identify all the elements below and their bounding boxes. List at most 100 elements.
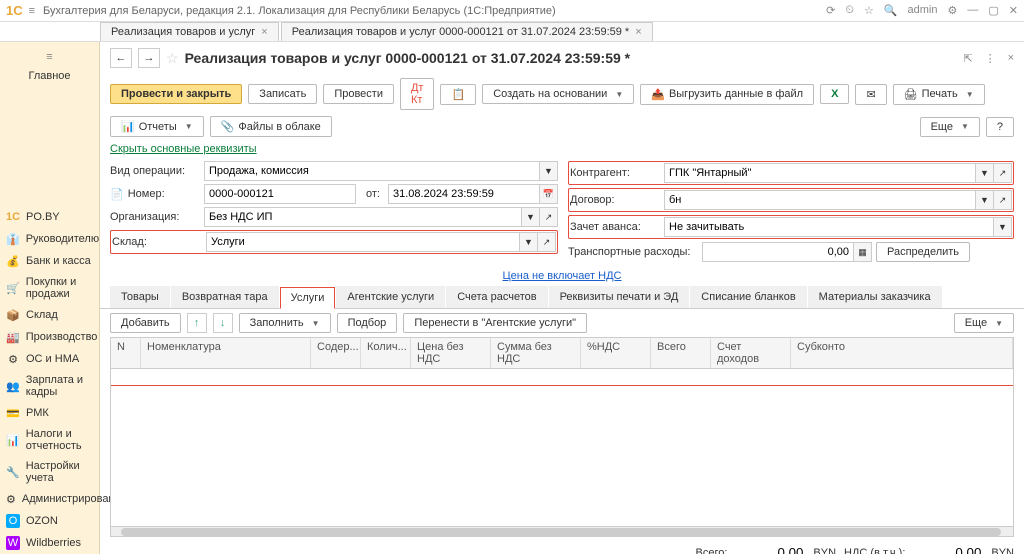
structure-button[interactable]: 📋	[440, 84, 476, 105]
sidebar-item-manager[interactable]: 👔Руководителю	[0, 228, 99, 250]
sidebar-item-rmk[interactable]: 💳РМК	[0, 402, 99, 424]
sidebar-item-settings[interactable]: 🔧Настройки учета	[0, 456, 99, 488]
minimize-icon[interactable]: —	[967, 4, 978, 17]
sidebar-item-poby[interactable]: 1СPO.BY	[0, 206, 99, 228]
calendar-icon[interactable]: 📅	[540, 184, 558, 204]
more-button[interactable]: Еще▼	[920, 117, 980, 137]
col-income[interactable]: Счет доходов	[711, 338, 791, 368]
horizontal-scrollbar[interactable]	[111, 526, 1013, 536]
post-button[interactable]: Провести	[323, 84, 394, 104]
search-icon[interactable]: 🔍	[884, 4, 898, 17]
col-content[interactable]: Содер...	[311, 338, 361, 368]
sidebar-item-wb[interactable]: WWildberries	[0, 532, 99, 554]
dropdown-icon[interactable]: ▼	[976, 163, 994, 183]
maximize-icon[interactable]: ▢	[988, 4, 998, 17]
sidebar-item-bank[interactable]: 💰Банк и касса	[0, 250, 99, 272]
notifications-icon[interactable]: ⟳	[826, 4, 835, 17]
org-input[interactable]	[204, 207, 522, 227]
dt-kt-button[interactable]: ДтКт	[400, 78, 435, 110]
col-total[interactable]: Всего	[651, 338, 711, 368]
col-qty[interactable]: Колич...	[361, 338, 411, 368]
counterparty-input[interactable]	[664, 163, 976, 183]
subtab-forms[interactable]: Списание бланков	[690, 286, 806, 308]
fill-button[interactable]: Заполнить▼	[239, 313, 331, 333]
email-button[interactable]: ✉	[855, 84, 886, 105]
grid-more-button[interactable]: Еще▼	[954, 313, 1014, 333]
print-button[interactable]: 🖨 Печать▼	[893, 84, 985, 105]
reports-button[interactable]: 📊 Отчеты▼	[110, 116, 204, 137]
files-cloud-button[interactable]: 📎 Файлы в облаке	[210, 116, 332, 137]
sidebar-item-hr[interactable]: 👥Зарплата и кадры	[0, 370, 99, 402]
calc-icon[interactable]: ▦	[854, 242, 872, 262]
sidebar-item-assets[interactable]: ⚙ОС и НМА	[0, 348, 99, 370]
open-icon[interactable]: ↗	[540, 207, 558, 227]
number-input[interactable]	[204, 184, 356, 204]
nav-back-button[interactable]: ←	[110, 48, 132, 68]
open-icon[interactable]: ↗	[994, 163, 1012, 183]
col-n[interactable]: N	[111, 338, 141, 368]
close-app-icon[interactable]: ✕	[1009, 4, 1018, 17]
sidebar-item-ozon[interactable]: OOZON	[0, 510, 99, 532]
sidebar-item-main[interactable]: ≡Главное	[0, 46, 99, 206]
advance-input[interactable]	[664, 217, 994, 237]
main-menu-icon[interactable]	[29, 5, 35, 17]
sidebar-item-warehouse[interactable]: 📦Склад	[0, 304, 99, 326]
nav-forward-button[interactable]: →	[138, 48, 160, 68]
date-input[interactable]	[388, 184, 540, 204]
close-tab-icon[interactable]: ×	[261, 26, 267, 38]
more-icon[interactable]: ⋮	[985, 52, 996, 65]
dropdown-icon[interactable]: ▼	[540, 161, 558, 181]
subtab-materials[interactable]: Материалы заказчика	[808, 286, 942, 308]
subtab-agent[interactable]: Агентские услуги	[336, 286, 445, 308]
add-row-button[interactable]: Добавить	[110, 313, 181, 333]
save-button[interactable]: Записать	[248, 84, 317, 104]
contract-input[interactable]	[664, 190, 976, 210]
sidebar-item-admin[interactable]: ⚙Администрирование	[0, 488, 99, 510]
dropdown-icon[interactable]: ▼	[522, 207, 540, 227]
transport-input[interactable]	[702, 242, 854, 262]
sidebar-item-production[interactable]: 🏭Производство	[0, 326, 99, 348]
open-icon[interactable]: ↗	[994, 190, 1012, 210]
settings-icon[interactable]: ⚙	[948, 4, 958, 17]
excel-button[interactable]: X	[820, 84, 849, 104]
sidebar-item-tax[interactable]: 📊Налоги и отчетность	[0, 424, 99, 456]
dropdown-icon[interactable]: ▼	[976, 190, 994, 210]
history-icon[interactable]: ⏲	[845, 4, 854, 17]
open-window-icon[interactable]: ⇱	[963, 52, 972, 65]
dropdown-icon[interactable]: ▼	[520, 232, 538, 252]
doc-tab[interactable]: Реализация товаров и услуг ×	[100, 22, 279, 41]
subtab-print[interactable]: Реквизиты печати и ЭД	[549, 286, 690, 308]
col-subconto[interactable]: Субконто	[791, 338, 1013, 368]
favorite-star-icon[interactable]: ☆	[166, 50, 179, 67]
subtab-accounts[interactable]: Счета расчетов	[446, 286, 547, 308]
doc-tab-active[interactable]: Реализация товаров и услуг 0000-000121 о…	[281, 22, 653, 41]
open-icon[interactable]: ↗	[538, 232, 556, 252]
select-button[interactable]: Подбор	[337, 313, 398, 333]
export-file-button[interactable]: 📤 Выгрузить данные в файл	[640, 84, 814, 105]
col-vat-pct[interactable]: %НДС	[581, 338, 651, 368]
col-sum[interactable]: Сумма без НДС	[491, 338, 581, 368]
close-tab-icon[interactable]: ×	[635, 26, 641, 38]
col-nomenclature[interactable]: Номенклатура	[141, 338, 311, 368]
subtab-containers[interactable]: Возвратная тара	[171, 286, 279, 308]
operation-type-input[interactable]	[204, 161, 540, 181]
scroll-thumb[interactable]	[121, 528, 1001, 536]
subtab-goods[interactable]: Товары	[110, 286, 170, 308]
post-and-close-button[interactable]: Провести и закрыть	[110, 84, 242, 104]
sidebar-item-sales[interactable]: 🛒Покупки и продажи	[0, 272, 99, 304]
user-label[interactable]: admin	[908, 4, 938, 17]
vat-mode-link[interactable]: Цена не включает НДС	[503, 270, 622, 282]
col-price[interactable]: Цена без НДС	[411, 338, 491, 368]
distribute-button[interactable]: Распределить	[876, 242, 970, 262]
hide-main-link[interactable]: Скрыть основные реквизиты	[110, 143, 257, 155]
create-based-button[interactable]: Создать на основании▼	[482, 84, 634, 104]
favorites-icon[interactable]: ☆	[864, 4, 874, 17]
move-down-button[interactable]: ↓	[213, 313, 233, 333]
close-doc-icon[interactable]: ×	[1008, 52, 1014, 64]
dropdown-icon[interactable]: ▼	[994, 217, 1012, 237]
move-up-button[interactable]: ↑	[187, 313, 207, 333]
subtab-services[interactable]: Услуги	[280, 287, 336, 309]
grid-body[interactable]	[111, 369, 1013, 526]
warehouse-input[interactable]	[206, 232, 520, 252]
transfer-button[interactable]: Перенести в "Агентские услуги"	[403, 313, 587, 333]
